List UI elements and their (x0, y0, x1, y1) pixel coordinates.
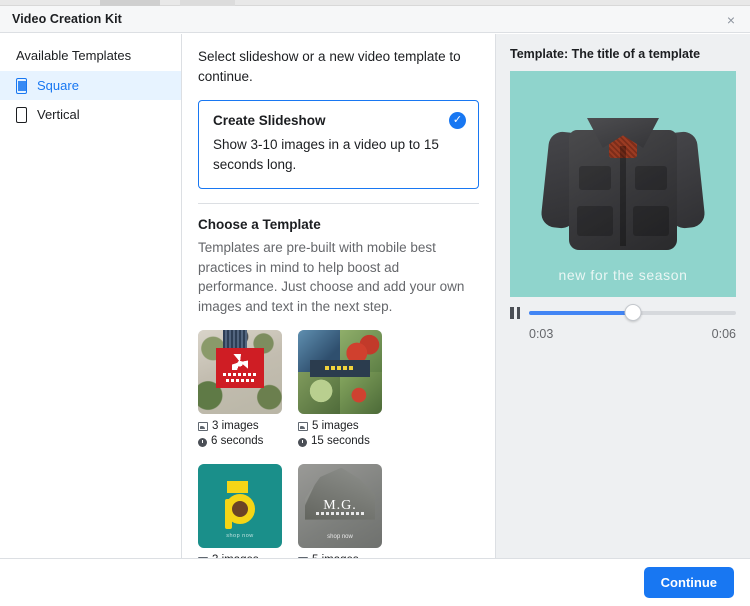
panel-lead-text: Select slideshow or a new video template… (198, 49, 461, 84)
video-caption: new for the season (558, 267, 688, 283)
video-creation-kit-dialog: Video Creation Kit × Available Templates… (0, 0, 750, 606)
template-thumbnail[interactable]: M.G. shop now (298, 464, 382, 549)
create-slideshow-description: Show 3-10 images in a video up to 15 sec… (213, 137, 439, 172)
template-logo-overlay (216, 347, 264, 389)
template-card[interactable]: 3 images 6 seconds (198, 329, 282, 451)
sidebar-heading: Available Templates (16, 48, 132, 63)
template-overlay-text: shop now (226, 532, 254, 539)
template-card[interactable]: shop now 3 images 6 seconds (198, 464, 282, 558)
template-list-panel: Select slideshow or a new video template… (182, 34, 496, 558)
progress-slider[interactable] (529, 304, 736, 321)
create-slideshow-title: Create Slideshow (213, 113, 326, 129)
template-grid: 3 images 6 seconds 5 images 15 seconds s… (198, 329, 479, 558)
images-icon (298, 421, 308, 431)
template-meta: 5 images 15 seconds (298, 419, 382, 451)
preview-title: Template: The title of a template (510, 47, 701, 61)
template-art-plants (198, 329, 282, 414)
jacket-graphic (540, 106, 706, 256)
pause-icon[interactable] (510, 307, 520, 319)
template-thumbnail[interactable]: shop now (198, 464, 282, 549)
total-time: 0:06 (711, 327, 736, 341)
sidebar: Available Templates Square Vertical (0, 34, 182, 558)
template-art-teal: shop now (198, 464, 282, 549)
template-card[interactable]: 5 images 15 seconds (298, 329, 382, 451)
template-thumbnail[interactable] (298, 329, 382, 414)
video-controls: 0:03 0:06 (510, 304, 736, 341)
selected-check-icon: ✓ (449, 112, 466, 130)
phone-square-icon (16, 77, 27, 94)
close-icon[interactable]: × (720, 9, 742, 31)
create-slideshow-card[interactable]: Create Slideshow Show 3-10 images in a v… (198, 100, 479, 190)
template-thumbnail[interactable] (198, 329, 282, 414)
choose-template-description: Templates are pre-built with mobile best… (198, 240, 465, 314)
template-art-mg: M.G. shop now (298, 464, 382, 549)
dialog-title: Video Creation Kit (12, 12, 122, 26)
template-overlay-cta: shop now (327, 533, 353, 540)
clock-icon (298, 437, 307, 447)
template-duration: 15 seconds (311, 435, 370, 448)
template-meta: 3 images 6 seconds (198, 419, 282, 451)
preview-video[interactable]: new for the season (510, 71, 736, 297)
phone-vertical-icon (16, 106, 27, 123)
preview-panel: Template: The title of a template new fo… (496, 34, 750, 558)
sidebar-item-square[interactable]: Square (0, 71, 181, 100)
template-card[interactable]: M.G. shop now 5 images 15 seconds (298, 464, 382, 558)
template-art-food (298, 329, 382, 414)
sidebar-item-label: Vertical (37, 107, 80, 122)
dialog-titlebar: Video Creation Kit × (0, 6, 750, 33)
slider-handle[interactable] (624, 304, 641, 321)
sidebar-item-vertical[interactable]: Vertical (0, 100, 181, 129)
current-time: 0:03 (529, 327, 554, 341)
continue-button[interactable]: Continue (643, 567, 734, 598)
template-duration: 6 seconds (211, 435, 264, 448)
section-divider (198, 203, 479, 205)
images-icon (198, 421, 208, 431)
dialog-footer: Continue (0, 558, 750, 606)
choose-template-heading: Choose a Template (198, 217, 321, 233)
dialog-body: Available Templates Square Vertical Sele… (0, 34, 750, 558)
sidebar-item-label: Square (37, 78, 79, 93)
template-image-count: 5 images (312, 419, 359, 432)
template-image-count: 3 images (212, 419, 259, 432)
clock-icon (198, 437, 207, 447)
